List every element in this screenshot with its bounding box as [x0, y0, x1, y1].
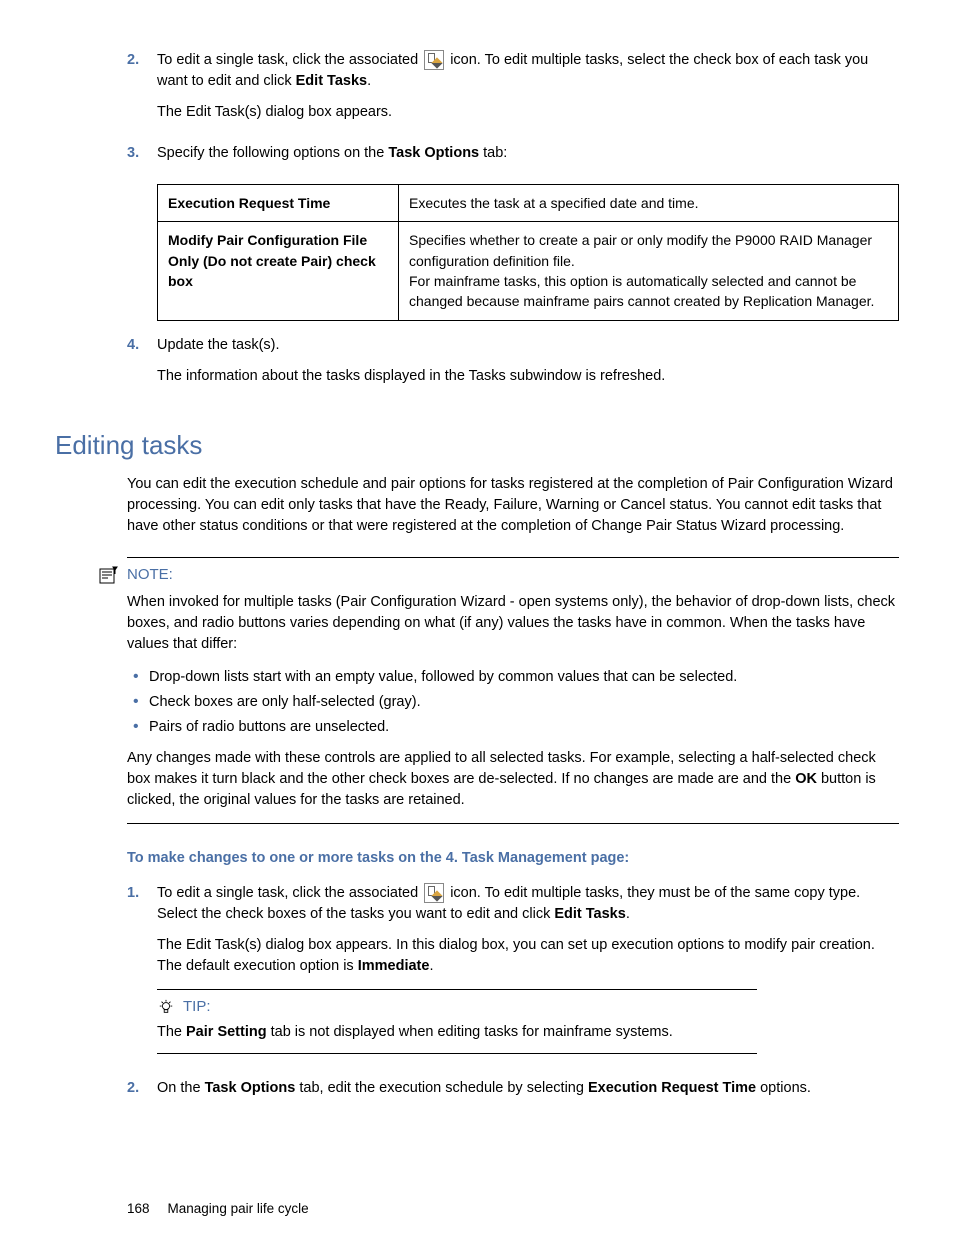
note-para-2: Any changes made with these controls are…	[127, 748, 899, 811]
tip-rule-top	[157, 989, 757, 990]
step-marker: 4.	[127, 335, 157, 397]
note-block: NOTE: When invoked for multiple tasks (P…	[127, 557, 899, 824]
step-followup: The Edit Task(s) dialog box appears. In …	[157, 935, 899, 977]
note-rule-top	[127, 557, 899, 558]
step-3: 3. Specify the following options on the …	[127, 143, 899, 174]
step-text: To edit a single task, click the associa…	[157, 883, 899, 925]
step-text: Specify the following options on the Tas…	[157, 143, 899, 164]
procedure-heading: To make changes to one or more tasks on …	[127, 848, 899, 869]
tip-text: The Pair Setting tab is not displayed wh…	[157, 1022, 899, 1043]
step-2b: 2. On the Task Options tab, edit the exe…	[127, 1078, 899, 1109]
step-1: 1. To edit a single task, click the asso…	[127, 883, 899, 1068]
note-para-1: When invoked for multiple tasks (Pair Co…	[127, 592, 899, 655]
note-rule-bottom	[127, 823, 899, 824]
tip-rule-bottom	[157, 1053, 757, 1054]
step-text: On the Task Options tab, edit the execut…	[157, 1078, 899, 1099]
step-2: 2. To edit a single task, click the asso…	[127, 50, 899, 133]
step-marker: 1.	[127, 883, 157, 1068]
table-row: Modify Pair Configuration File Only (Do …	[158, 222, 899, 320]
step-followup: The Edit Task(s) dialog box appears.	[157, 102, 899, 123]
option-desc: Executes the task at a specified date an…	[399, 185, 899, 222]
step-marker: 2.	[127, 1078, 157, 1109]
bullet-item: Drop-down lists start with an empty valu…	[127, 667, 899, 688]
page-footer: 168 Managing pair life cycle	[127, 1199, 899, 1219]
edit-icon	[424, 50, 444, 70]
bullet-item: Check boxes are only half-selected (gray…	[127, 692, 899, 713]
tip-label: TIP:	[183, 996, 211, 1018]
option-name: Execution Request Time	[158, 185, 399, 222]
step-text: Update the task(s).	[157, 335, 899, 356]
note-label: NOTE:	[127, 564, 173, 586]
ordered-steps-top: 2. To edit a single task, click the asso…	[127, 50, 899, 397]
edit-icon	[424, 883, 444, 903]
tip-block: TIP: The Pair Setting tab is not display…	[157, 989, 899, 1054]
note-icon	[99, 566, 119, 584]
step-4: 4. Update the task(s). The information a…	[127, 335, 899, 397]
intro-paragraph: You can edit the execution schedule and …	[127, 474, 899, 537]
options-table: Execution Request Time Executes the task…	[157, 184, 899, 320]
bullet-item: Pairs of radio buttons are unselected.	[127, 717, 899, 738]
step-text: To edit a single task, click the associa…	[157, 50, 899, 92]
section-heading: Editing tasks	[55, 427, 899, 465]
step-marker: 2.	[127, 50, 157, 133]
step-marker: 3.	[127, 143, 157, 174]
lightbulb-icon	[157, 999, 175, 1015]
ordered-steps-bottom: 1. To edit a single task, click the asso…	[127, 883, 899, 1109]
table-row: Execution Request Time Executes the task…	[158, 185, 899, 222]
step-followup: The information about the tasks displaye…	[157, 366, 899, 387]
option-desc: Specifies whether to create a pair or on…	[399, 222, 899, 320]
note-bullets: Drop-down lists start with an empty valu…	[127, 667, 899, 738]
option-name: Modify Pair Configuration File Only (Do …	[158, 222, 399, 320]
footer-title: Managing pair life cycle	[168, 1199, 309, 1219]
page-number: 168	[127, 1199, 150, 1219]
